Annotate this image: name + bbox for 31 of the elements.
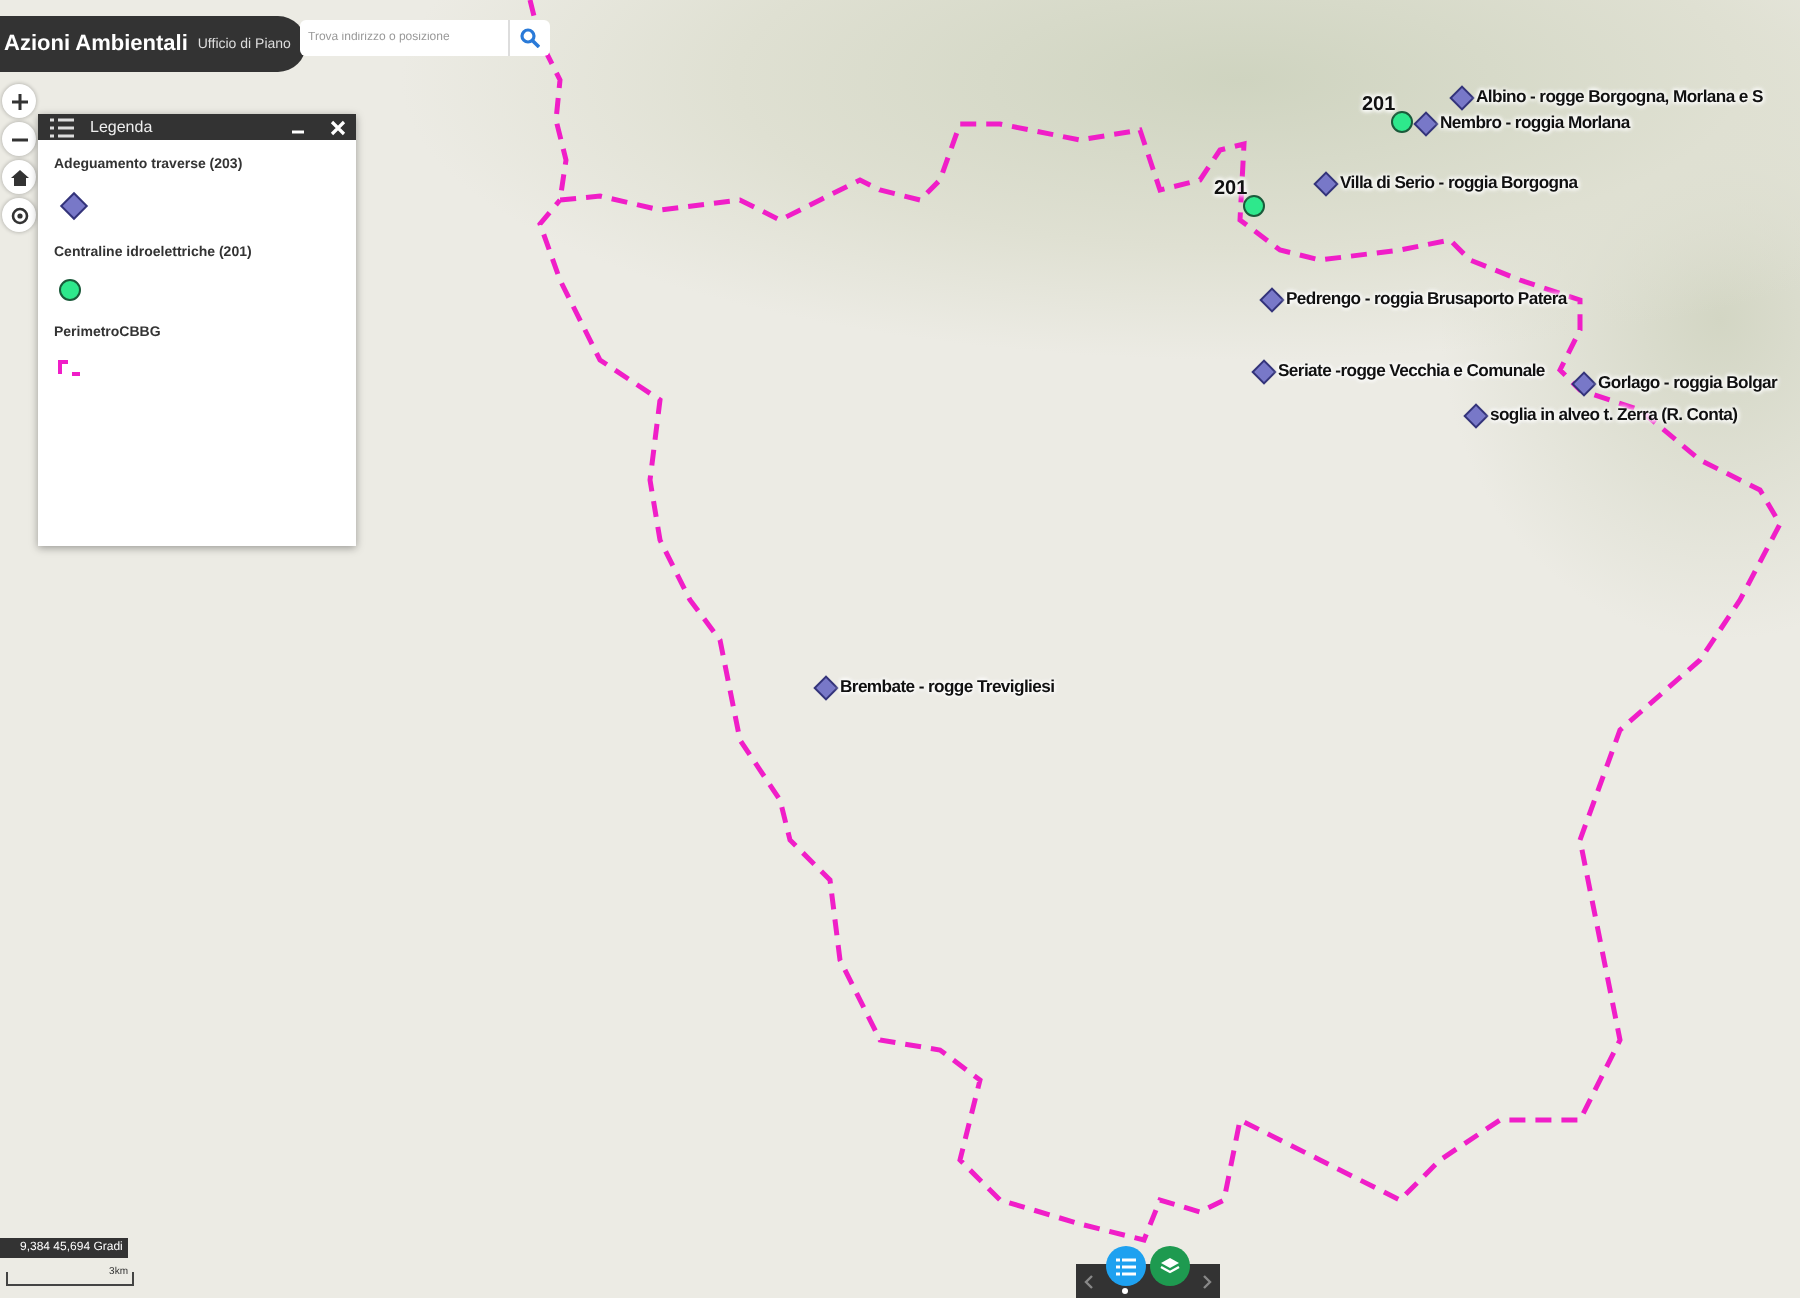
marker-label: soglia in alveo t. Zerra (R. Conta): [1490, 402, 1738, 428]
search-button[interactable]: [508, 20, 550, 56]
plus-icon: [9, 91, 29, 111]
chevron-right-icon: [1202, 1274, 1212, 1290]
marker-label: Villa di Serio - roggia Borgogna: [1340, 170, 1578, 196]
marker-label: Seriate -rogge Vecchia e Comunale: [1278, 358, 1545, 384]
circle-icon: [58, 278, 82, 302]
cluster-count: 201: [1362, 92, 1396, 120]
marker-label: Albino - rogge Borgogna, Morlana e S: [1476, 84, 1763, 110]
dashed-line-icon: [58, 358, 82, 378]
marker-label: Brembate - rogge Trevigliesi: [840, 674, 1055, 700]
chevron-left-icon: [1084, 1274, 1094, 1290]
marker-label: Pedrengo - roggia Brusaporto Patera: [1286, 286, 1567, 312]
marker-label: Gorlago - roggia Bolgar: [1598, 370, 1778, 396]
locate-icon: [9, 205, 29, 225]
app-title: Azioni Ambientali: [4, 32, 188, 56]
home-icon: [9, 167, 29, 187]
close-button[interactable]: [326, 119, 350, 135]
layers-icon: [1160, 1256, 1180, 1276]
circle-icon: [1390, 110, 1414, 134]
diamond-icon: [1570, 370, 1598, 398]
search-icon: [520, 28, 540, 48]
legend-widget-button[interactable]: [1106, 1246, 1146, 1286]
legend-title: Legenda: [90, 118, 155, 136]
page-indicator-icon: [1122, 1288, 1128, 1294]
close-icon: [330, 119, 346, 135]
circle-icon: [1242, 194, 1266, 218]
layers-widget-button[interactable]: [1150, 1246, 1190, 1286]
list-icon: [1116, 1257, 1136, 1275]
marker-label: Nembro - roggia Morlana: [1440, 110, 1630, 136]
list-icon: [50, 117, 74, 137]
